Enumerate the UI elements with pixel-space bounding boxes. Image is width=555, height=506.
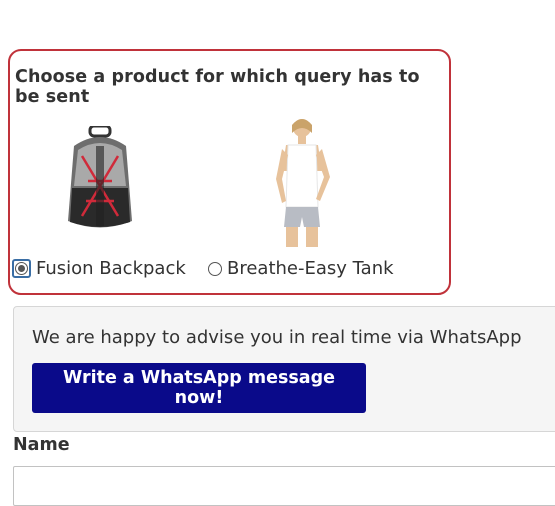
breathe-easy-tank-image (276, 119, 330, 247)
option-fusion-backpack[interactable]: Fusion Backpack (12, 258, 186, 279)
option-fusion-backpack-label: Fusion Backpack (36, 258, 186, 279)
radio-fusion-backpack[interactable] (12, 259, 31, 278)
whatsapp-advice-text: We are happy to advise you in real time … (32, 327, 522, 348)
option-breathe-easy-tank[interactable]: Breathe-Easy Tank (208, 258, 394, 279)
name-input[interactable] (13, 466, 555, 506)
radio-breathe-easy-tank[interactable] (208, 261, 222, 276)
name-label: Name (13, 435, 70, 455)
product-selection-title: Choose a product for which query has to … (15, 67, 420, 107)
whatsapp-box: We are happy to advise you in real time … (13, 306, 555, 432)
option-breathe-easy-tank-label: Breathe-Easy Tank (227, 258, 394, 279)
radio-selected-indicator (15, 262, 28, 275)
whatsapp-message-button[interactable]: Write a WhatsApp message now! (32, 363, 366, 413)
fusion-backpack-image (68, 126, 132, 228)
product-selection-box: Choose a product for which query has to … (8, 49, 451, 295)
